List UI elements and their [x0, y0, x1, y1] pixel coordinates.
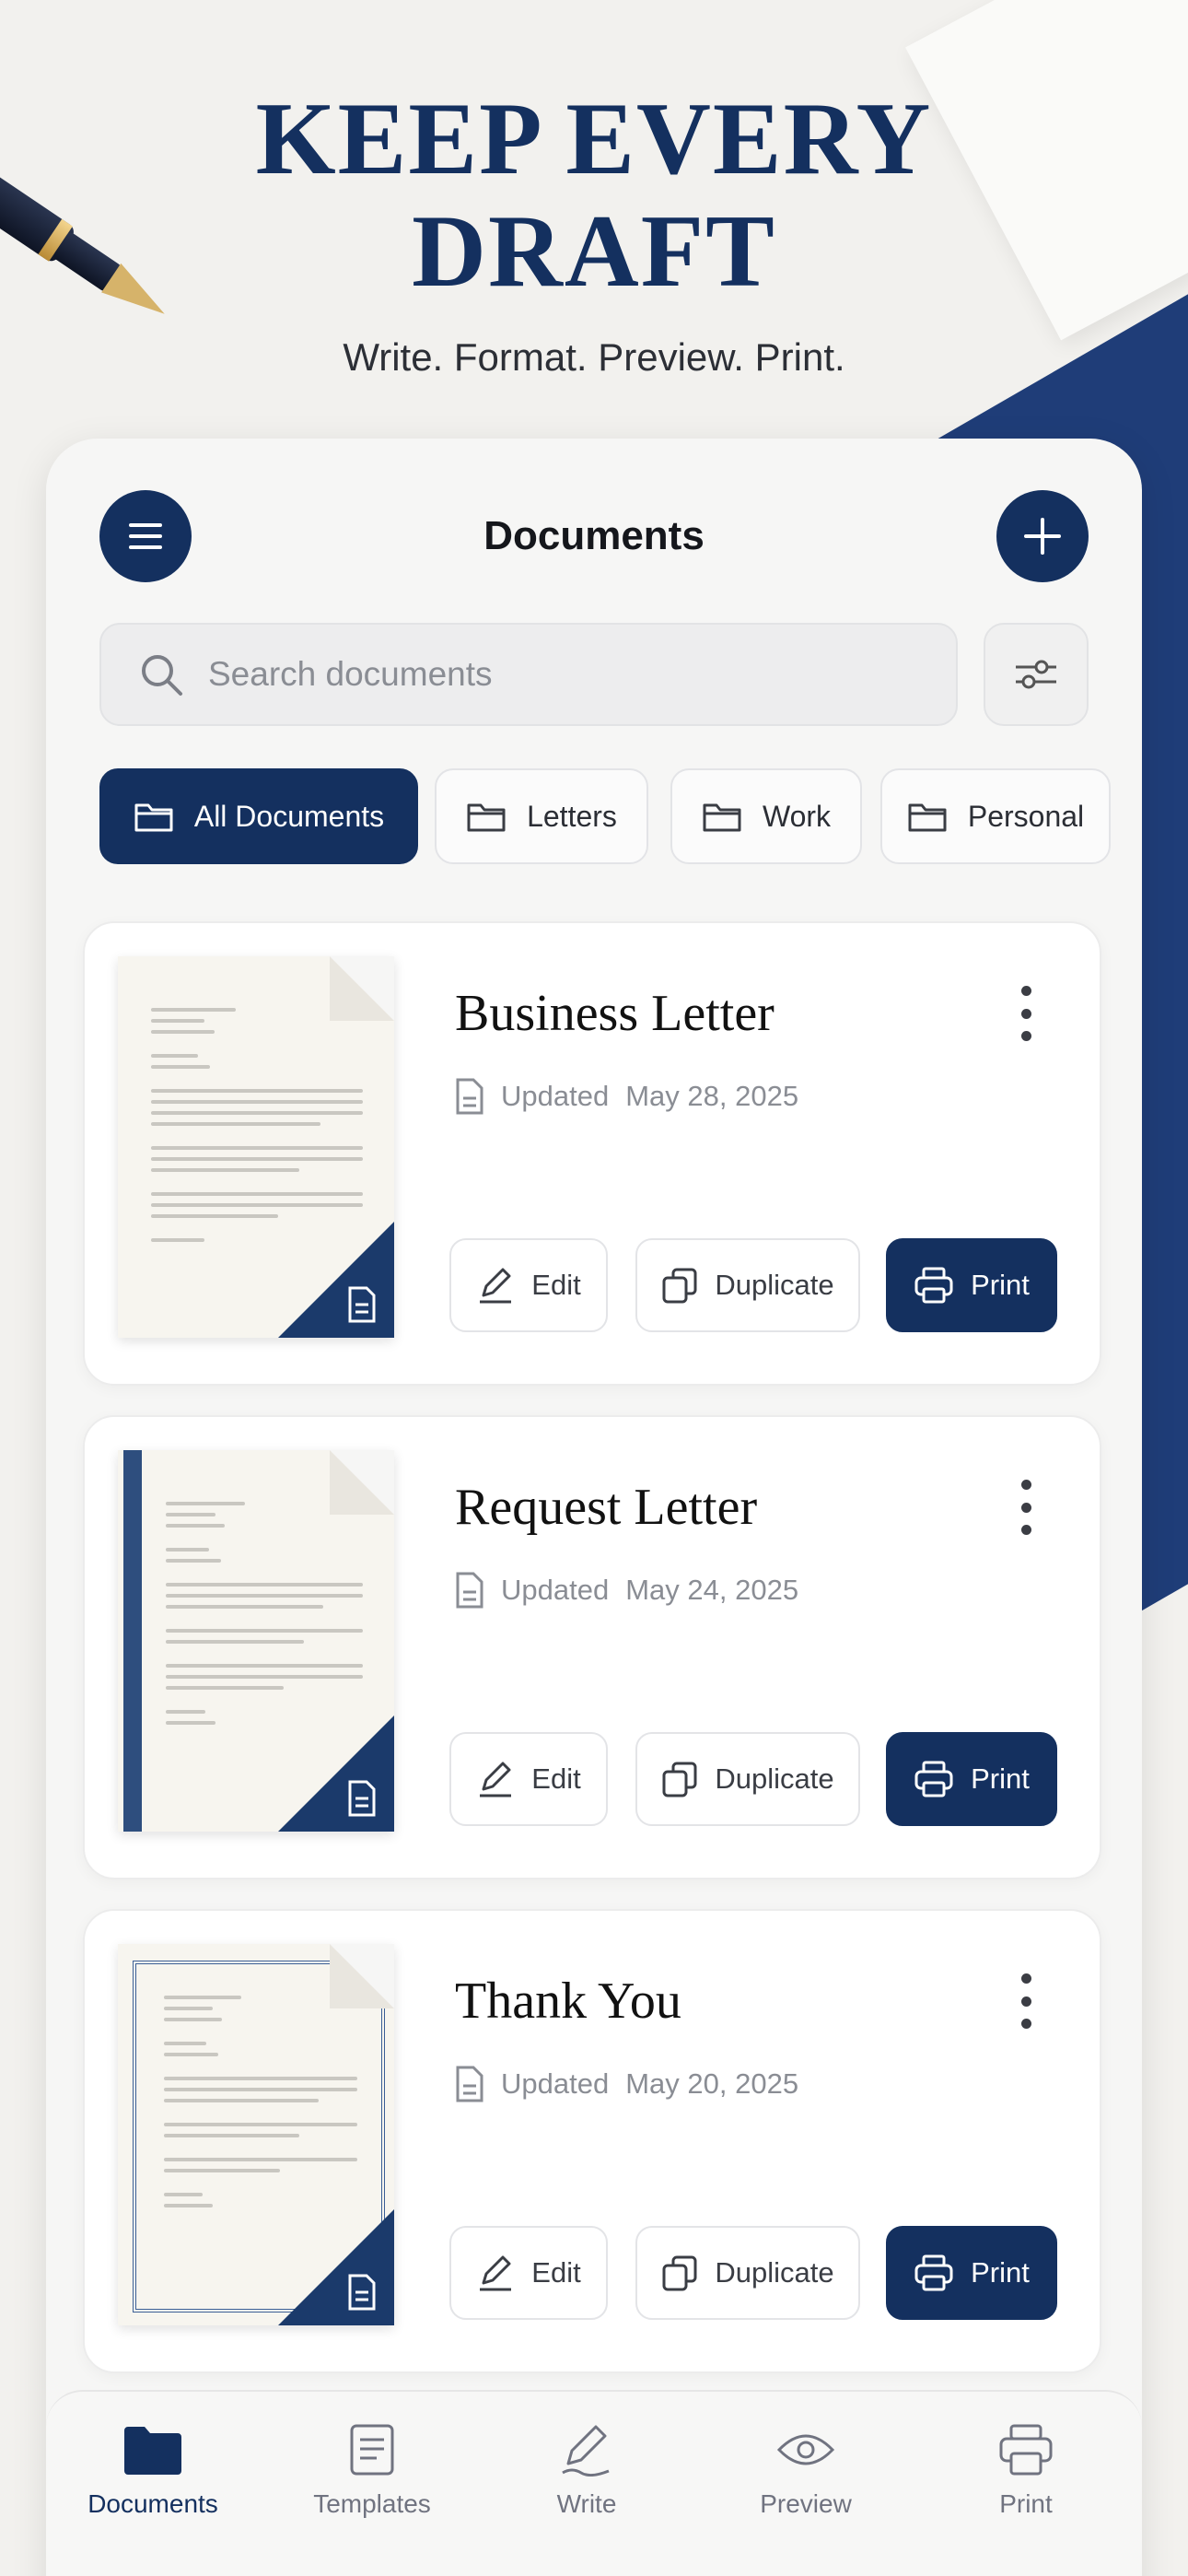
- edit-button[interactable]: Edit: [449, 1238, 608, 1332]
- duplicate-icon: [662, 1762, 697, 1797]
- document-thumbnail[interactable]: [118, 1450, 394, 1832]
- tab-label: Write: [556, 2489, 617, 2518]
- sliders-icon: [1016, 660, 1056, 689]
- document-title: Business Letter: [455, 985, 775, 1042]
- print-label: Print: [971, 2256, 1030, 2289]
- printer-icon: [914, 2254, 953, 2291]
- plus-icon: [1024, 518, 1061, 555]
- pen-icon: [562, 2425, 610, 2476]
- tab-label: Templates: [313, 2489, 431, 2518]
- duplicate-icon: [662, 2255, 697, 2291]
- tab-documents[interactable]: Documents: [61, 2423, 245, 2519]
- document-thumbnail[interactable]: [118, 1944, 394, 2325]
- updated-date: May 20, 2025: [625, 2067, 799, 2100]
- document-icon: [456, 1572, 483, 1609]
- duplicate-button[interactable]: Duplicate: [635, 1732, 860, 1826]
- tab-templates[interactable]: Templates: [280, 2423, 464, 2519]
- chip-label: Letters: [527, 799, 617, 833]
- chip-letters[interactable]: Letters: [435, 768, 648, 864]
- hero-tagline: Write. Format. Preview. Print.: [343, 335, 845, 379]
- duplicate-icon: [662, 1268, 697, 1304]
- chip-label: All Documents: [193, 799, 385, 833]
- hero-title: KEEP EVERY DRAFT: [255, 82, 933, 309]
- folder-icon: [908, 803, 947, 832]
- eye-icon: [776, 2434, 835, 2465]
- search-icon: [142, 655, 182, 696]
- documents-panel: Documents Search documents All Documents…: [46, 439, 1142, 2576]
- tab-label: Documents: [87, 2489, 218, 2518]
- print-button[interactable]: Print: [886, 1238, 1057, 1332]
- duplicate-button[interactable]: Duplicate: [635, 1238, 860, 1332]
- duplicate-label: Duplicate: [715, 1762, 834, 1795]
- updated-label: Updated: [501, 1080, 610, 1112]
- edit-label: Edit: [531, 1762, 581, 1795]
- folder-icon: [134, 803, 173, 832]
- search-bar[interactable]: Search documents: [99, 623, 958, 726]
- folder-icon: [124, 2427, 181, 2475]
- chip-label: Work: [762, 799, 832, 833]
- document-thumbnail[interactable]: [118, 956, 394, 1338]
- document-icon: [348, 1780, 376, 1817]
- document-icon: [348, 1286, 376, 1323]
- tab-write[interactable]: Write: [495, 2423, 679, 2519]
- document-updated: Updated May 20, 2025: [455, 2066, 798, 2102]
- printer-icon: [914, 1267, 953, 1304]
- folder-icon: [703, 803, 741, 832]
- tab-label: Print: [999, 2489, 1053, 2518]
- search-placeholder: Search documents: [208, 655, 493, 693]
- print-label: Print: [971, 1269, 1030, 1301]
- bottom-tab-bar: Documents Templates Write Preview Print: [46, 2390, 1142, 2576]
- updated-date: May 28, 2025: [625, 1080, 799, 1112]
- updated-date: May 24, 2025: [625, 1574, 799, 1606]
- template-icon: [350, 2424, 394, 2476]
- document-icon: [348, 2274, 376, 2311]
- document-card[interactable]: Business Letter Updated May 28, 2025 Edi…: [83, 921, 1101, 1386]
- hero: KEEP EVERY DRAFT Write. Format. Preview. …: [0, 83, 1188, 380]
- pencil-icon: [480, 1268, 512, 1304]
- add-document-button[interactable]: [996, 490, 1089, 582]
- duplicate-label: Duplicate: [715, 2256, 834, 2289]
- document-icon: [456, 1078, 483, 1115]
- more-options-button[interactable]: [1007, 986, 1044, 1041]
- chip-work[interactable]: Work: [670, 768, 862, 864]
- document-title: Thank You: [455, 1973, 681, 2030]
- tab-print[interactable]: Print: [934, 2423, 1118, 2519]
- duplicate-label: Duplicate: [715, 1269, 834, 1301]
- print-button[interactable]: Print: [886, 1732, 1057, 1826]
- updated-label: Updated: [501, 1574, 610, 1606]
- document-title: Request Letter: [455, 1479, 758, 1536]
- tab-preview[interactable]: Preview: [714, 2423, 898, 2519]
- page-title: Documents: [483, 513, 705, 558]
- updated-label: Updated: [501, 2067, 610, 2100]
- duplicate-button[interactable]: Duplicate: [635, 2226, 860, 2320]
- folder-icon: [467, 803, 506, 832]
- more-options-button[interactable]: [1007, 1973, 1044, 2029]
- printer-icon: [999, 2424, 1053, 2476]
- chip-all-documents[interactable]: All Documents: [99, 768, 418, 864]
- print-button[interactable]: Print: [886, 2226, 1057, 2320]
- pencil-icon: [480, 1762, 512, 1797]
- edit-button[interactable]: Edit: [449, 1732, 608, 1826]
- edit-button[interactable]: Edit: [449, 2226, 608, 2320]
- edit-label: Edit: [531, 2256, 581, 2289]
- tab-label: Preview: [760, 2489, 852, 2518]
- document-card[interactable]: Request Letter Updated May 24, 2025 Edit…: [83, 1415, 1101, 1879]
- document-updated: Updated May 28, 2025: [455, 1078, 798, 1115]
- chip-personal[interactable]: Personal: [880, 768, 1111, 864]
- document-card[interactable]: Thank You Updated May 20, 2025 Edit Dupl…: [83, 1909, 1101, 2373]
- document-icon: [456, 2066, 483, 2102]
- chip-label: Personal: [967, 799, 1085, 833]
- filter-button[interactable]: [984, 623, 1089, 726]
- document-updated: Updated May 24, 2025: [455, 1572, 798, 1609]
- print-label: Print: [971, 1762, 1030, 1795]
- printer-icon: [914, 1761, 953, 1797]
- pencil-icon: [480, 2255, 512, 2291]
- edit-label: Edit: [531, 1269, 581, 1301]
- more-options-button[interactable]: [1007, 1480, 1044, 1535]
- top-bar: Documents: [99, 490, 1089, 582]
